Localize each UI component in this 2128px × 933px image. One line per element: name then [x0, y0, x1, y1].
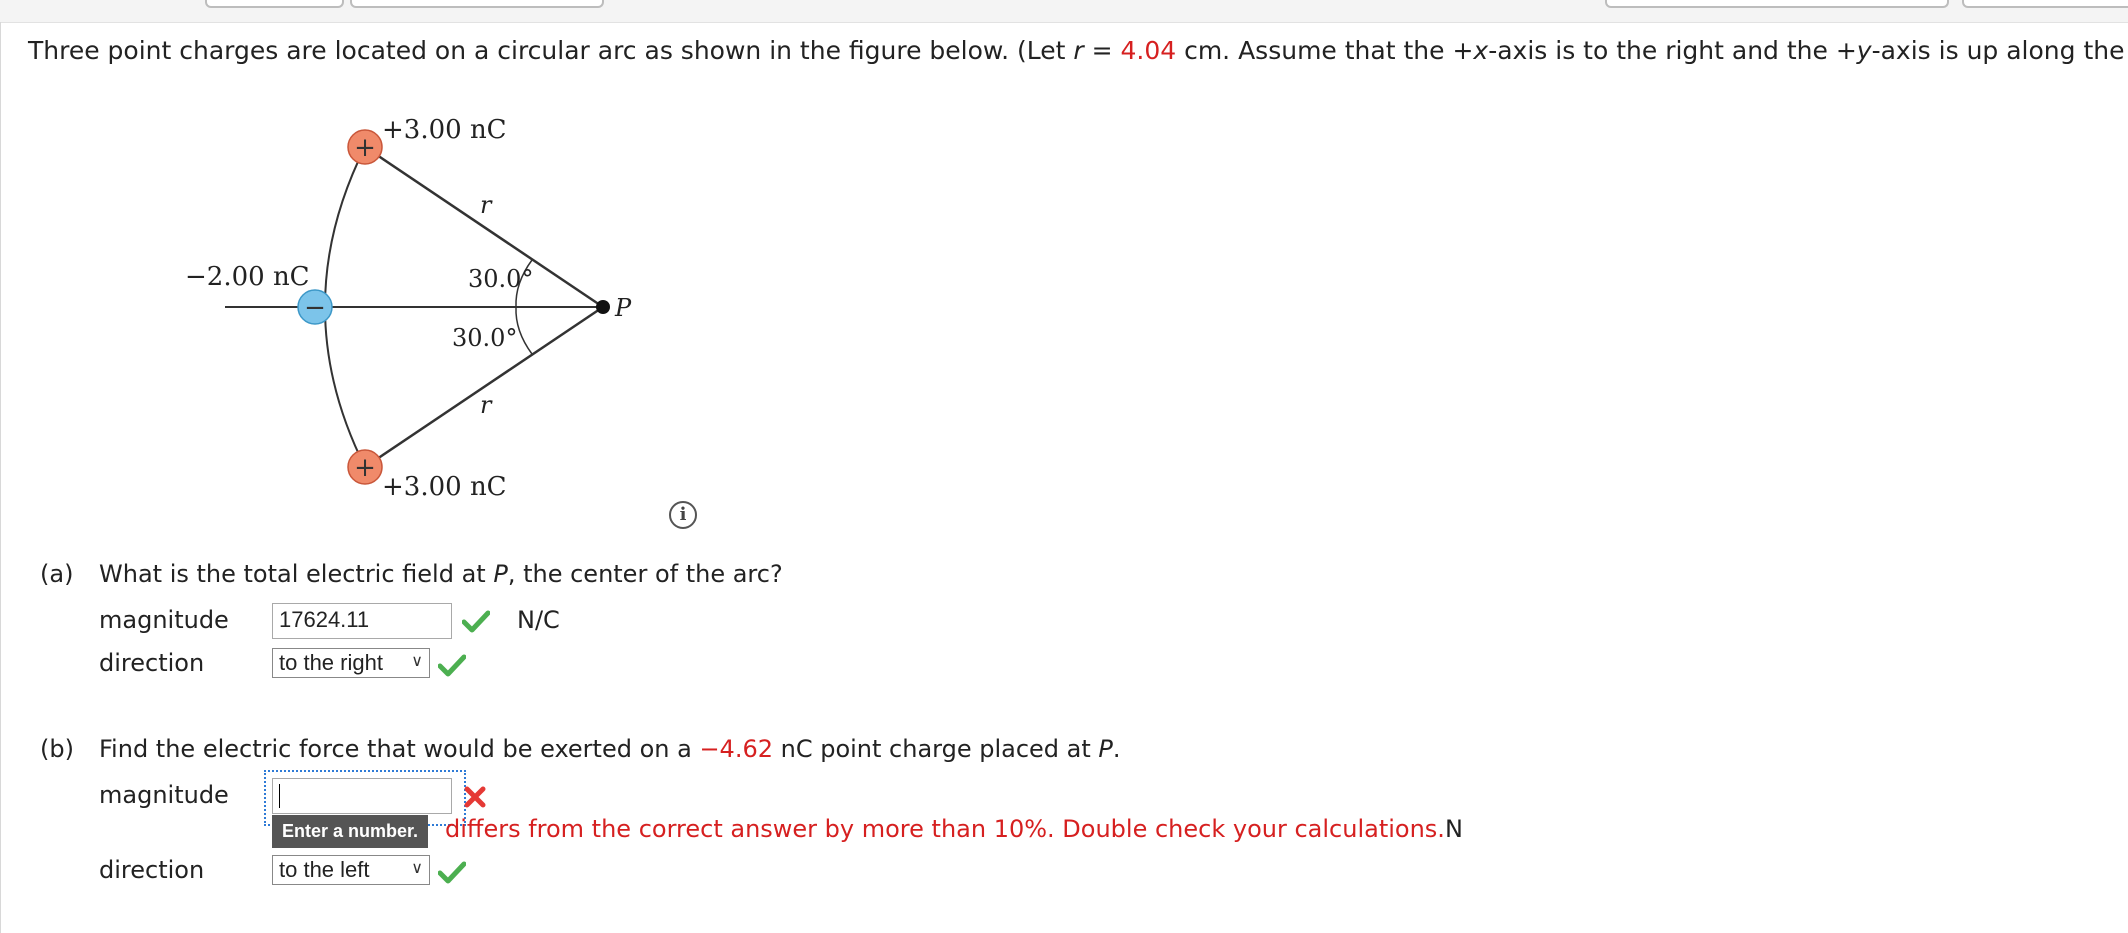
point-p-dot	[596, 300, 610, 314]
toolbar-button-4[interactable]	[1962, 0, 2128, 8]
toolbar-button-2[interactable]	[350, 0, 604, 8]
part-b-label: (b)	[40, 735, 74, 763]
left-charge-label: −2.00 nC	[185, 262, 310, 292]
part-a-magnitude-check-icon	[462, 610, 490, 633]
chevron-down-icon: ∨	[411, 653, 423, 670]
part-b-direction-select[interactable]: to the left ∨	[272, 855, 430, 885]
part-a-unit: N/C	[517, 606, 560, 634]
part-a-magnitude-label: magnitude	[99, 606, 229, 634]
question-text-3: -axis is to the right and the +	[1488, 36, 1857, 65]
part-a-direction-select[interactable]: to the right ∨	[272, 648, 430, 678]
r-label-bottom: r	[480, 391, 493, 419]
part-b-magnitude-cross-icon	[464, 786, 486, 808]
angle-top-label: 30.0°	[468, 265, 533, 293]
equals-sign: =	[1083, 36, 1121, 65]
top-toolbar-strip	[0, 0, 2128, 23]
part-a-p-symbol: P	[493, 560, 508, 588]
angle-bottom-label: 30.0°	[452, 324, 517, 352]
part-b-feedback: differs from the correct answer by more …	[445, 815, 1463, 843]
part-b-text-2: nC point charge placed at	[772, 735, 1099, 763]
top-charge-label: +3.00 nC	[382, 115, 507, 145]
part-a-question: What is the total electric field at P, t…	[99, 560, 783, 588]
part-b-direction-check-icon	[438, 861, 466, 884]
bottom-charge-label: +3.00 nC	[382, 472, 507, 502]
y-axis-symbol: y	[1856, 36, 1872, 65]
bottom-plus-sign: +	[354, 453, 376, 483]
question-text-2: cm. Assume that the +	[1176, 36, 1474, 65]
part-a-text-2: , the center of the arc?	[507, 560, 783, 588]
part-b-text-3: .	[1112, 735, 1121, 763]
part-a-direction-label: direction	[99, 649, 205, 677]
chevron-down-icon: ∨	[411, 860, 423, 877]
part-a-text-1: What is the total electric field at	[99, 560, 494, 588]
r-value: 4.04	[1120, 36, 1177, 65]
toolbar-button-1[interactable]	[205, 0, 344, 8]
x-axis-symbol: x	[1473, 36, 1489, 65]
part-a-direction-value: to the right	[279, 650, 383, 675]
question-text-4: -axis is up along the page.)	[1871, 36, 2128, 65]
part-b-magnitude-input[interactable]	[272, 778, 452, 814]
part-a-direction-check-icon	[438, 654, 466, 677]
left-minus-sign: −	[304, 293, 326, 323]
r-symbol: r	[1073, 36, 1084, 65]
question-text-1: Three point charges are located on a cir…	[28, 36, 1074, 65]
part-b-magnitude-label: magnitude	[99, 781, 229, 809]
part-b-charge-value: −4.62	[699, 735, 773, 763]
part-b-p-symbol: P	[1098, 735, 1113, 763]
charge-arc-figure: P + − + +3.00 nC −2.00 nC +3.00 nC 30.0°…	[185, 115, 632, 502]
top-plus-sign: +	[354, 133, 376, 163]
angle-arc-bottom	[515, 306, 533, 355]
point-p-label: P	[614, 294, 632, 322]
r-label-top: r	[480, 191, 493, 219]
part-b-feedback-text: differs from the correct answer by more …	[445, 815, 1445, 843]
part-b-unit: N	[1444, 815, 1463, 843]
part-a-label: (a)	[40, 560, 74, 588]
left-border	[0, 22, 1, 933]
part-b-text-1: Find the electric force that would be ex…	[99, 735, 700, 763]
question-statement: Three point charges are located on a cir…	[28, 36, 2128, 65]
part-b-direction-value: to the left	[279, 857, 370, 882]
part-a-magnitude-input[interactable]: 17624.11	[272, 603, 452, 639]
part-b-direction-label: direction	[99, 856, 205, 884]
text-caret	[279, 784, 280, 808]
part-b-question: Find the electric force that would be ex…	[99, 735, 1121, 763]
info-icon[interactable]: i	[669, 501, 697, 529]
enter-number-tooltip: Enter a number.	[272, 815, 429, 848]
toolbar-button-3[interactable]	[1605, 0, 1949, 8]
